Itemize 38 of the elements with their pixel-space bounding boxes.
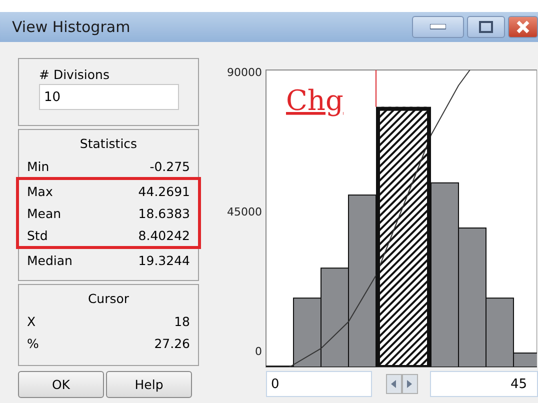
stat-value: 44.2691	[138, 184, 190, 198]
stat-value: -0.275	[150, 158, 190, 174]
range-max-field[interactable]: 45	[430, 371, 538, 397]
stat-value: 8.40242	[138, 228, 190, 242]
range-min-field[interactable]: 0	[266, 371, 372, 397]
right-arrow-icon	[407, 380, 413, 388]
scroll-left-button[interactable]	[386, 374, 402, 394]
stat-value: 18	[174, 314, 190, 328]
scroll-right-button[interactable]	[402, 374, 418, 394]
cursor-title: Cursor	[86, 290, 130, 308]
stat-value: 19.3244	[138, 252, 190, 268]
ok-button[interactable]: OK	[18, 371, 104, 398]
stat-value: 18.6383	[138, 206, 190, 220]
maximize-icon	[479, 21, 493, 33]
stat-label: Std	[27, 228, 48, 242]
cursor-line	[375, 70, 377, 107]
maximize-button[interactable]	[467, 16, 505, 38]
left-arrow-icon	[391, 380, 397, 388]
divisions-label: # Divisions	[38, 66, 110, 84]
stat-value: 27.26	[154, 336, 190, 350]
divisions-input[interactable]: 10	[39, 84, 179, 110]
overlay-label: Chg	[286, 84, 344, 117]
statistics-title: Statistics	[78, 135, 138, 153]
stat-label: %	[27, 336, 39, 350]
y-axis-label: 90000	[227, 66, 262, 79]
stat-label: Median	[27, 252, 72, 268]
window-title: View Histogram	[12, 18, 132, 36]
stat-label: Min	[27, 158, 50, 174]
help-button[interactable]: Help	[106, 371, 192, 398]
close-icon	[516, 20, 530, 34]
y-axis-label: 0	[255, 345, 262, 358]
close-button[interactable]	[508, 16, 538, 38]
stat-label: Max	[27, 184, 53, 198]
stat-label: X	[27, 314, 36, 328]
stat-label: Mean	[27, 206, 62, 220]
y-axis-label: 45000	[227, 206, 262, 218]
minimize-button[interactable]	[412, 16, 464, 38]
minimize-icon	[430, 24, 446, 30]
